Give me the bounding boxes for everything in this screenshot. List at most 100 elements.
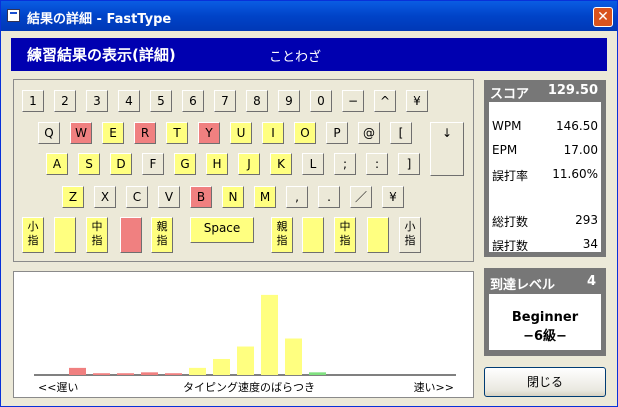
key-親指: 親指 bbox=[271, 217, 293, 253]
close-button[interactable]: 閉じる bbox=[484, 367, 606, 397]
key-@: @ bbox=[358, 122, 380, 144]
key-D: D bbox=[110, 153, 132, 175]
level-rank: Beginner bbox=[511, 310, 579, 325]
key-2: 2 bbox=[54, 90, 76, 112]
key-blank bbox=[367, 217, 389, 253]
level-value: 4 bbox=[586, 274, 596, 289]
key-O: O bbox=[294, 122, 316, 144]
key-1: 1 bbox=[22, 90, 44, 112]
key-^: ^ bbox=[374, 90, 396, 112]
chart-bar bbox=[285, 338, 302, 375]
stat-label: 誤打率 bbox=[492, 169, 529, 183]
speed-chart-svg: <<遅い タイピング速度のばらつき 速い>> bbox=[34, 294, 456, 394]
key-,: , bbox=[286, 186, 308, 208]
score-panel: スコア 129.50 WPM 146.50 EPM 17.00 誤打率 11.60% … bbox=[484, 80, 606, 257]
chart-bar bbox=[261, 294, 278, 375]
stat-epm: EPM 17.00 bbox=[492, 143, 598, 157]
stat-error-rate: 誤打率 11.60% bbox=[492, 167, 598, 184]
key-U: U bbox=[230, 122, 252, 144]
key-blank bbox=[54, 217, 76, 253]
key-E: E bbox=[102, 122, 124, 144]
key-T: T bbox=[166, 122, 188, 144]
stat-total-keystrokes: 総打数 293 bbox=[492, 213, 598, 230]
chart-bar bbox=[309, 372, 326, 375]
window-title: 結果の詳細 - FastType bbox=[27, 12, 172, 27]
level-grade: −6級− bbox=[523, 329, 567, 344]
key-blank bbox=[120, 217, 142, 253]
key-[: [ bbox=[390, 122, 412, 144]
key-4: 4 bbox=[118, 90, 140, 112]
key-Space: Space bbox=[190, 217, 254, 243]
score-label: スコア bbox=[490, 87, 530, 102]
window: 結果の詳細 - FastType ✕ 練習結果の表示(詳細) ことわざ 12 34… bbox=[0, 0, 618, 407]
key-K: K bbox=[270, 153, 292, 175]
key-C: C bbox=[126, 186, 148, 208]
key-G: G bbox=[174, 153, 196, 175]
key-.: . bbox=[318, 186, 340, 208]
close-window-button[interactable]: ✕ bbox=[593, 7, 613, 27]
app-icon bbox=[7, 9, 20, 22]
score-header: スコア 129.50 bbox=[484, 80, 606, 102]
key-7: 7 bbox=[214, 90, 236, 112]
stat-label: WPM bbox=[492, 119, 522, 133]
key-Y: Y bbox=[198, 122, 220, 144]
page-title: 練習結果の表示(詳細) bbox=[27, 46, 176, 64]
key-B: B bbox=[190, 186, 212, 208]
stat-label: EPM bbox=[492, 143, 518, 157]
key-／: ／ bbox=[350, 186, 372, 208]
stat-label: 誤打数 bbox=[492, 239, 529, 253]
keyboard-map: 1 2 3 4 5 6 7 8 9 0− ^ ¥ Q W E R T Y U I O P @ [A S D F G H J K L;:] Z X C… bbox=[13, 79, 474, 262]
title-bar[interactable]: 結果の詳細 - FastType ✕ bbox=[1, 1, 617, 31]
key-¥: ¥ bbox=[406, 90, 428, 112]
key-X: X bbox=[94, 186, 116, 208]
key-9: 9 bbox=[278, 90, 300, 112]
key-J: J bbox=[238, 153, 260, 175]
key-H: H bbox=[206, 153, 228, 175]
stat-value: 11.60% bbox=[552, 167, 598, 181]
key-R: R bbox=[134, 122, 156, 144]
key-P: P bbox=[326, 122, 348, 144]
chart-bar bbox=[213, 358, 230, 375]
chart-bar bbox=[93, 373, 110, 375]
key-F: F bbox=[142, 153, 164, 175]
chart-bar bbox=[165, 373, 182, 375]
level-label: 到達レベル bbox=[490, 278, 556, 293]
key-]: ] bbox=[398, 153, 420, 175]
level-header: 到達レベル 4 bbox=[484, 268, 606, 294]
key-A: A bbox=[46, 153, 68, 175]
key-N: N bbox=[222, 186, 244, 208]
level-panel: 到達レベル 4 Beginner −6級− bbox=[484, 268, 606, 356]
key-¥: ¥ bbox=[382, 186, 404, 208]
key-中指: 中指 bbox=[86, 217, 108, 253]
key-6: 6 bbox=[182, 90, 204, 112]
chart-slow-label: <<遅い bbox=[38, 381, 78, 394]
key-0: 0 bbox=[310, 90, 332, 112]
key-W: W bbox=[70, 122, 92, 144]
chart-bar bbox=[189, 367, 206, 375]
key-−: − bbox=[342, 90, 364, 112]
level-box: Beginner −6級− bbox=[489, 294, 601, 350]
chart-bar bbox=[237, 346, 254, 375]
stat-value: 146.50 bbox=[556, 119, 598, 133]
stat-value: 34 bbox=[582, 237, 598, 251]
chart-bar bbox=[141, 372, 158, 375]
stat-value: 17.00 bbox=[563, 143, 598, 157]
key-小指: 小指 bbox=[399, 217, 421, 253]
stat-wpm: WPM 146.50 bbox=[492, 119, 598, 133]
chart-fast-label: 速い>> bbox=[414, 381, 454, 394]
key-小指: 小指 bbox=[22, 217, 44, 253]
stat-label: 総打数 bbox=[492, 215, 529, 229]
practice-category: ことわざ bbox=[269, 50, 322, 65]
key-8: 8 bbox=[246, 90, 268, 112]
stat-value: 293 bbox=[575, 213, 598, 227]
key-L: L bbox=[302, 153, 324, 175]
stats-box: WPM 146.50 EPM 17.00 誤打率 11.60% 総打数 293 誤打数 3… bbox=[489, 102, 601, 254]
key-M: M bbox=[254, 186, 276, 208]
key-blank bbox=[302, 217, 324, 253]
key-5: 5 bbox=[150, 90, 172, 112]
chart-bar bbox=[69, 367, 86, 375]
key-V: V bbox=[158, 186, 180, 208]
key-I: I bbox=[262, 122, 284, 144]
page-header: 練習結果の表示(詳細) ことわざ bbox=[11, 38, 607, 71]
stat-mistypes: 誤打数 34 bbox=[492, 237, 598, 254]
